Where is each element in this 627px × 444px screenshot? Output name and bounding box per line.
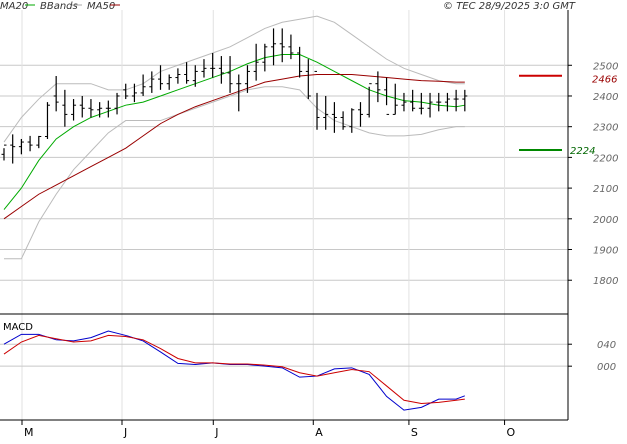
month-label: O (507, 426, 516, 439)
legend: MA20 BBands MA50 (0, 1, 120, 12)
macd-line (3, 330, 465, 411)
month-label: S (411, 426, 418, 439)
price-tick-label: 2500 (593, 61, 618, 72)
price-y-ticks: 2500 2400 2300 2200 2100 2000 1900 1800 (568, 61, 618, 287)
chart-stage: 2500 2400 2300 2200 2100 2000 1900 1800 040 000 … (0, 0, 627, 440)
price-tick-label: 1900 (593, 246, 618, 257)
month-label: A (315, 426, 323, 439)
month-label: M (24, 426, 34, 439)
macd-lines (3, 330, 465, 411)
price-panel-frame (0, 10, 568, 314)
month-label: J (123, 426, 127, 439)
price-tick-label: 2100 (593, 184, 618, 195)
macd-y-ticks: 040 000 (568, 340, 616, 373)
price-tick-label: 2200 (593, 153, 618, 164)
price-tick-label: 2300 (593, 123, 618, 134)
resistance-label: 2466 (592, 75, 617, 86)
legend-ma20: MA20 (0, 1, 28, 12)
month-label: J (214, 426, 218, 439)
signal-line (3, 334, 465, 405)
x-axis-ticks: MJJASO (21, 420, 516, 439)
macd-tick-label: 000 (597, 362, 616, 373)
support-label: 2224 (570, 146, 595, 157)
price-tick-label: 1800 (593, 276, 618, 287)
stock-chart: 25002400230022002100200019001800 040000 … (0, 1, 618, 439)
copyright-text: © TEC 28/9/2025 3:0 GMT (443, 1, 576, 12)
price-tick-label: 2000 (593, 215, 618, 226)
legend-bbands: BBands (40, 1, 78, 12)
macd-tick-label: 040 (597, 340, 616, 351)
legend-ma50: MA50 (87, 1, 115, 12)
macd-title: MACD (3, 322, 33, 333)
price-tick-label: 2400 (593, 92, 618, 103)
